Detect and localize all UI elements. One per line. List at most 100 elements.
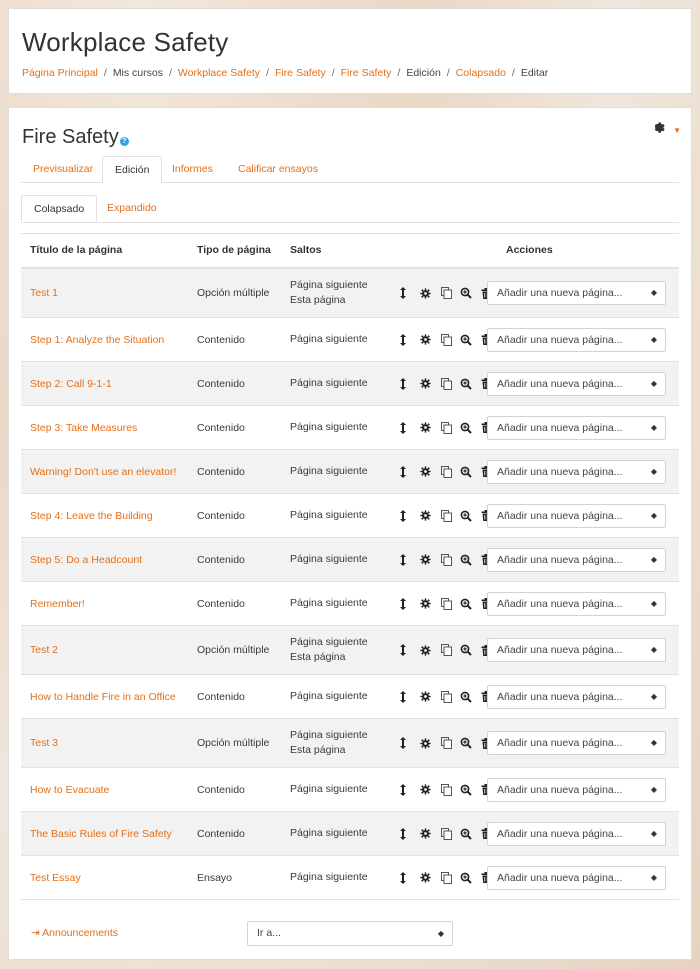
add-page-select[interactable]: Añadir una nueva página... ◆ <box>487 503 666 528</box>
add-page-select[interactable]: Añadir una nueva página... ◆ <box>487 415 666 440</box>
gear-icon[interactable] <box>418 286 432 300</box>
move-icon[interactable] <box>396 827 410 841</box>
preview-icon[interactable] <box>459 286 473 300</box>
gear-icon[interactable] <box>418 597 432 611</box>
settings-menu-button[interactable]: ▼ <box>652 120 681 140</box>
page-title-link[interactable]: Step 2: Call 9-1-1 <box>30 378 112 390</box>
page-title-link[interactable]: Remember! <box>30 598 85 610</box>
move-icon[interactable] <box>396 690 410 704</box>
copy-icon[interactable] <box>439 465 453 479</box>
page-title-link[interactable]: Step 1: Analyze the Situation <box>30 334 164 346</box>
add-page-select[interactable]: Añadir una nueva página... ◆ <box>487 547 666 572</box>
preview-icon[interactable] <box>459 783 473 797</box>
prev-activity-link[interactable]: ⇥ Announcements <box>31 927 118 939</box>
tab-calificar-ensayos[interactable]: Calificar ensayos <box>226 156 330 182</box>
page-title-link[interactable]: Step 5: Do a Headcount <box>30 554 142 566</box>
copy-icon[interactable] <box>439 736 453 750</box>
move-icon[interactable] <box>396 377 410 391</box>
move-icon[interactable] <box>396 465 410 479</box>
copy-icon[interactable] <box>439 643 453 657</box>
gear-icon[interactable] <box>418 827 432 841</box>
gear-icon[interactable] <box>418 465 432 479</box>
preview-icon[interactable] <box>459 421 473 435</box>
gear-icon[interactable] <box>418 421 432 435</box>
add-page-select[interactable]: Añadir una nueva página... ◆ <box>487 591 666 616</box>
add-page-select[interactable]: Añadir una nueva página... ◆ <box>487 371 666 396</box>
add-page-select[interactable]: Añadir una nueva página... ◆ <box>487 327 666 352</box>
tab-edicion[interactable]: Edición <box>102 156 163 183</box>
move-icon[interactable] <box>396 286 410 300</box>
move-icon[interactable] <box>396 871 410 885</box>
gear-icon[interactable] <box>418 690 432 704</box>
add-page-select[interactable]: Añadir una nueva página... ◆ <box>487 684 666 709</box>
preview-icon[interactable] <box>459 871 473 885</box>
gear-icon[interactable] <box>418 783 432 797</box>
page-title-link[interactable]: Test 2 <box>30 644 58 656</box>
preview-icon[interactable] <box>459 736 473 750</box>
page-title-link[interactable]: Test Essay <box>30 872 81 884</box>
gear-icon[interactable] <box>418 333 432 347</box>
gear-icon[interactable] <box>418 643 432 657</box>
copy-icon[interactable] <box>439 690 453 704</box>
preview-icon[interactable] <box>459 465 473 479</box>
tab-previsualizar[interactable]: Previsualizar <box>21 156 105 182</box>
breadcrumb-item[interactable]: Colapsado <box>456 67 506 79</box>
copy-icon[interactable] <box>439 286 453 300</box>
gear-icon[interactable] <box>418 736 432 750</box>
preview-icon[interactable] <box>459 827 473 841</box>
page-title-link[interactable]: Warning! Don't use an elevator! <box>30 466 176 478</box>
copy-icon[interactable] <box>439 509 453 523</box>
gear-icon[interactable] <box>418 377 432 391</box>
copy-icon[interactable] <box>439 871 453 885</box>
preview-icon[interactable] <box>459 377 473 391</box>
move-icon[interactable] <box>396 736 410 750</box>
add-page-select[interactable]: Añadir una nueva página... ◆ <box>487 638 666 662</box>
preview-icon[interactable] <box>459 597 473 611</box>
breadcrumb-item[interactable]: Fire Safety <box>275 67 326 79</box>
add-page-select[interactable]: Añadir una nueva página... ◆ <box>487 281 666 305</box>
move-icon[interactable] <box>396 333 410 347</box>
move-icon[interactable] <box>396 783 410 797</box>
copy-icon[interactable] <box>439 333 453 347</box>
gear-icon[interactable] <box>418 871 432 885</box>
breadcrumb-separator: / <box>266 67 269 79</box>
copy-icon[interactable] <box>439 553 453 567</box>
breadcrumb-item[interactable]: Workplace Safety <box>178 67 260 79</box>
page-title-link[interactable]: Step 4: Leave the Building <box>30 510 153 522</box>
move-icon[interactable] <box>396 597 410 611</box>
page-title-link[interactable]: Test 3 <box>30 737 58 749</box>
page-title-link[interactable]: Test 1 <box>30 287 58 299</box>
move-icon[interactable] <box>396 643 410 657</box>
gear-icon[interactable] <box>418 553 432 567</box>
gear-icon[interactable] <box>418 509 432 523</box>
move-icon[interactable] <box>396 553 410 567</box>
page-title-link[interactable]: How to Handle Fire in an Office <box>30 691 176 703</box>
preview-icon[interactable] <box>459 553 473 567</box>
add-page-select[interactable]: Añadir una nueva página... ◆ <box>487 821 666 846</box>
help-icon[interactable]: ? <box>119 137 129 146</box>
copy-icon[interactable] <box>439 377 453 391</box>
breadcrumb-item[interactable]: Página Principal <box>22 67 98 79</box>
page-title-link[interactable]: Step 3: Take Measures <box>30 422 137 434</box>
add-page-select[interactable]: Añadir una nueva página... ◆ <box>487 731 666 755</box>
preview-icon[interactable] <box>459 333 473 347</box>
jump-to-select[interactable]: Ir a... ◆ <box>247 921 453 946</box>
tab-colapsado[interactable]: Colapsado <box>21 195 98 222</box>
tab-expandido[interactable]: Expandido <box>95 195 169 221</box>
preview-icon[interactable] <box>459 509 473 523</box>
breadcrumb-item[interactable]: Fire Safety <box>341 67 392 79</box>
add-page-select[interactable]: Añadir una nueva página... ◆ <box>487 865 666 890</box>
add-page-select[interactable]: Añadir una nueva página... ◆ <box>487 777 666 802</box>
page-title-link[interactable]: How to Evacuate <box>30 784 109 796</box>
copy-icon[interactable] <box>439 421 453 435</box>
copy-icon[interactable] <box>439 597 453 611</box>
tab-informes[interactable]: Informes <box>160 156 225 182</box>
copy-icon[interactable] <box>439 783 453 797</box>
preview-icon[interactable] <box>459 643 473 657</box>
preview-icon[interactable] <box>459 690 473 704</box>
page-title-link[interactable]: The Basic Rules of Fire Safety <box>30 828 172 840</box>
move-icon[interactable] <box>396 509 410 523</box>
add-page-select[interactable]: Añadir una nueva página... ◆ <box>487 459 666 484</box>
move-icon[interactable] <box>396 421 410 435</box>
copy-icon[interactable] <box>439 827 453 841</box>
